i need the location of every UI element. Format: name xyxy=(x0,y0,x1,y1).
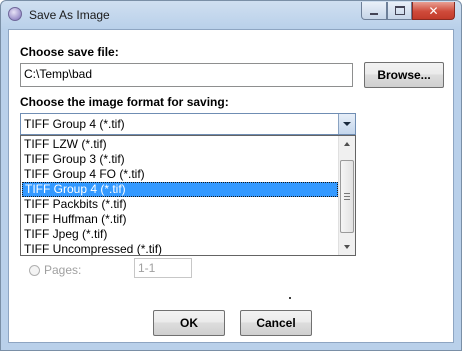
maximize-icon xyxy=(394,6,405,15)
scroll-thumb[interactable] xyxy=(340,160,354,233)
format-dropdown-button[interactable] xyxy=(338,114,355,134)
title-bar[interactable]: Save As Image ✕ xyxy=(1,1,461,29)
scroll-up-button[interactable] xyxy=(339,136,355,152)
dropdown-scrollbar[interactable] xyxy=(338,136,355,255)
format-option[interactable]: TIFF Jpeg (*.tif) xyxy=(22,227,338,242)
scroll-down-button[interactable] xyxy=(339,239,355,255)
maximize-button[interactable] xyxy=(387,2,412,20)
format-dropdown-list: TIFF LZW (*.tif) TIFF Group 3 (*.tif) TIFF… xyxy=(20,135,356,256)
format-option[interactable]: TIFF Group 4 (*.tif) xyxy=(22,182,338,197)
chevron-down-icon xyxy=(344,245,350,249)
minimize-button[interactable] xyxy=(361,2,387,20)
save-path-field[interactable]: C:\Temp\bad xyxy=(20,63,353,87)
app-icon xyxy=(8,7,22,21)
pages-range-field[interactable]: 1-1 xyxy=(134,258,192,278)
close-icon: ✕ xyxy=(428,3,439,18)
chevron-up-icon xyxy=(344,142,350,146)
format-select[interactable]: TIFF Group 4 (*.tif) xyxy=(20,113,356,135)
save-file-label: Choose save file: xyxy=(20,45,119,59)
minimize-icon xyxy=(370,12,378,15)
cancel-button[interactable]: Cancel xyxy=(240,310,312,336)
format-option[interactable]: TIFF Group 4 FO (*.tif) xyxy=(22,167,338,182)
ok-button[interactable]: OK xyxy=(153,310,225,336)
window-title: Save As Image xyxy=(29,8,110,22)
grip-icon xyxy=(344,193,350,200)
format-option[interactable]: TIFF LZW (*.tif) xyxy=(22,137,338,152)
format-selected-value: TIFF Group 4 (*.tif) xyxy=(24,117,125,131)
pages-radio[interactable] xyxy=(29,264,40,276)
browse-button[interactable]: Browse... xyxy=(364,62,444,88)
pages-option[interactable]: Pages: xyxy=(29,263,81,277)
dialog-content: Choose save file: C:\Temp\bad Browse... … xyxy=(8,29,454,343)
format-option[interactable]: TIFF Group 3 (*.tif) xyxy=(22,152,338,167)
stray-dot xyxy=(289,297,291,299)
format-option[interactable]: TIFF Packbits (*.tif) xyxy=(22,197,338,212)
chevron-down-icon xyxy=(343,122,351,126)
format-label: Choose the image format for saving: xyxy=(20,95,229,109)
close-button[interactable]: ✕ xyxy=(412,2,455,20)
format-option[interactable]: TIFF Huffman (*.tif) xyxy=(22,212,338,227)
save-as-image-dialog: Save As Image ✕ Choose save file: C:\Tem… xyxy=(0,0,462,351)
format-option[interactable]: TIFF Uncompressed (*.tif) xyxy=(22,242,338,255)
pages-label: Pages: xyxy=(44,263,82,277)
